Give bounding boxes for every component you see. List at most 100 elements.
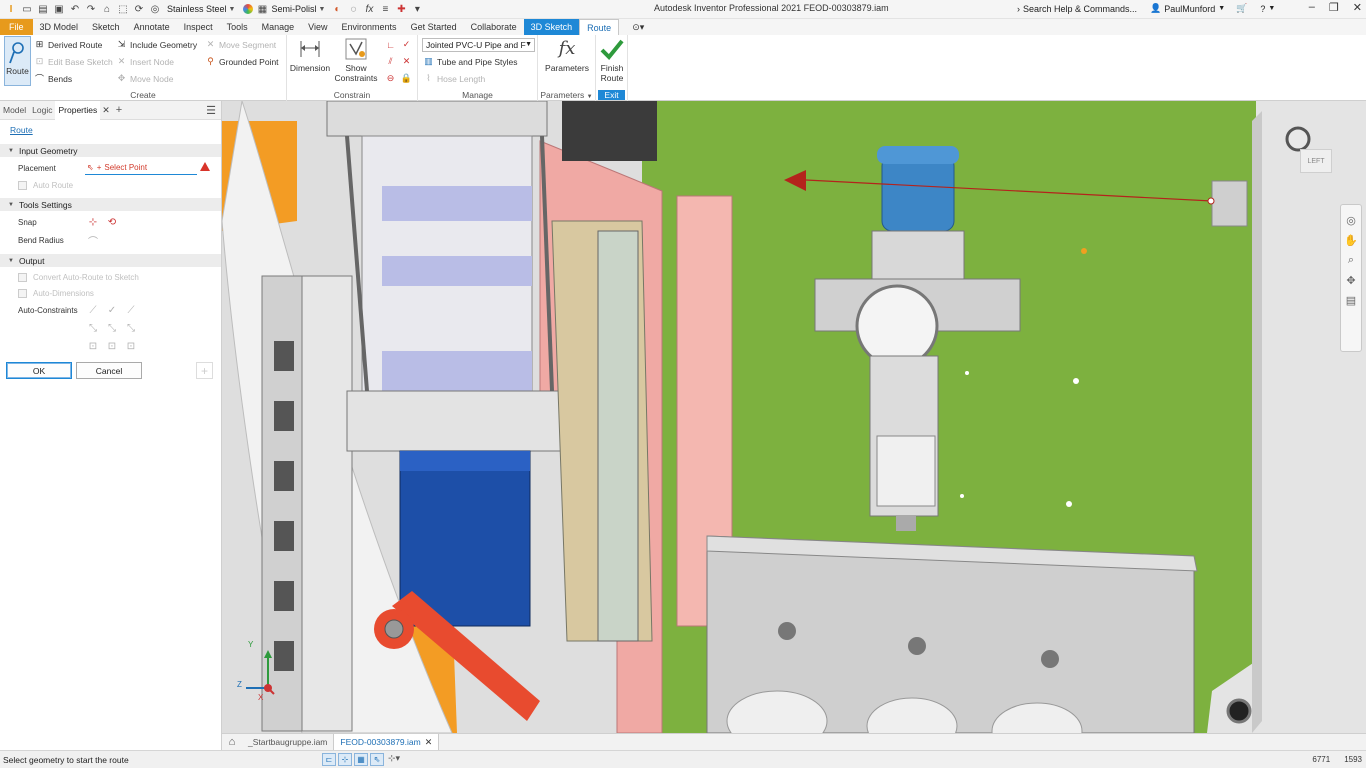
tab-tools[interactable]: Tools [220,19,255,35]
breadcrumb[interactable]: Route [10,125,33,135]
constraint-icon[interactable]: ⊡ [106,340,118,352]
minimize-icon[interactable]: – [1309,1,1315,14]
tab-get-started[interactable]: Get Started [404,19,464,35]
steering-wheel-icon[interactable]: ◎ [1344,213,1358,227]
tab-inspect[interactable]: Inspect [177,19,220,35]
active-style-dropdown[interactable]: Jointed PVC-U Pipe and F ▼ [422,38,535,52]
select-mode-icon[interactable]: ⊏ [322,753,336,766]
perpendicular-constraint-button[interactable]: ∟ [385,39,396,50]
ribbon-options-icon[interactable]: ⊙▾ [625,19,651,35]
zoom-icon[interactable]: ⌕ [1344,253,1358,267]
parallel-constraint-button[interactable]: ⫽ [385,56,396,67]
tab-properties[interactable]: Properties [55,100,101,120]
orbit-icon[interactable]: ✥ [1344,273,1358,287]
constraint-icon[interactable]: ⤡ [87,322,99,334]
tab-3d-model[interactable]: 3D Model [33,19,86,35]
grid-snap-icon[interactable]: ▦ [354,753,368,766]
ok-button[interactable]: OK [6,362,72,379]
show-constraints-button[interactable]: Show Constraints [333,37,379,83]
parameters-button[interactable]: fx Parameters [542,37,592,74]
menu-icon[interactable]: ☰ [206,104,216,117]
home-icon[interactable]: ⌂ [222,734,242,751]
add-tab-icon[interactable]: + [116,104,122,116]
close-icon[interactable]: ✕ [1353,1,1362,14]
tab-environments[interactable]: Environments [335,19,404,35]
grounded-point-button[interactable]: ⚲ Grounded Point [205,56,278,67]
restore-icon[interactable]: ❐ [1329,1,1339,14]
tab-sketch[interactable]: Sketch [85,19,127,35]
plus-icon[interactable]: ✚ [394,2,408,16]
tangent-constraint-button[interactable]: ⊖ [385,73,396,84]
tab-collaborate[interactable]: Collaborate [464,19,524,35]
include-geometry-button[interactable]: ⇲ Include Geometry [116,39,197,50]
tab-view[interactable]: View [301,19,334,35]
home-icon[interactable]: ⌂ [100,2,114,16]
parameters-panel-label[interactable]: Parameters ▼ [538,90,595,100]
tab-manage[interactable]: Manage [255,19,302,35]
doc-tab-startbaugruppe[interactable]: _Startbaugruppe.iam [242,734,333,751]
tab-annotate[interactable]: Annotate [127,19,177,35]
auto-dimensions-checkbox[interactable] [18,289,27,298]
constraint-icon[interactable]: ⤡ [106,322,118,334]
constraint-icon[interactable]: ⤡ [125,322,137,334]
coincident-constraint-button[interactable]: ✓ [401,39,412,50]
customize-icon[interactable]: ▾ [410,2,424,16]
select-icon[interactable]: ⬚ [116,2,130,16]
tab-route[interactable]: Route [579,19,620,35]
update-icon[interactable]: ⟳ [132,2,146,16]
viewcube[interactable]: LEFT [1294,139,1338,181]
undo-icon[interactable]: ↶ [68,2,82,16]
selection-options-icon[interactable]: ⊹▾ [386,753,400,766]
material-dropdown[interactable]: Stainless Steel ▼ [164,2,238,17]
bend-radius-icon[interactable]: ⌒ [87,234,99,248]
derived-route-button[interactable]: ⊞ Derived Route [34,39,103,50]
material-icon[interactable]: ◎ [148,2,162,16]
user-menu[interactable]: 👤 PaulMunford ▼ 🛒 ? ▼ [1150,1,1275,16]
graphics-viewport[interactable]: Y Z X LEFT ◎ ✋ ⌕ ✥ ▤ [222,101,1366,733]
cart-icon[interactable]: 🛒 [1236,3,1247,14]
constraint-icon[interactable]: ⟋ [87,304,99,316]
placement-select-field[interactable]: ⇖ + Select Point [85,161,197,175]
redo-icon[interactable]: ↷ [84,2,98,16]
measure-icon[interactable]: ≡ [378,2,392,16]
hose-length-button[interactable]: ⌇ Hose Length [423,73,485,84]
move-segment-button[interactable]: ✕ Move Segment [205,39,276,50]
close-icon[interactable]: ✕ [425,737,433,748]
constraint-icon[interactable]: ⊡ [87,340,99,352]
collinear-constraint-button[interactable]: ✕ [401,56,412,67]
output-section[interactable]: ▼ Output [0,254,221,267]
appearance-dropdown[interactable]: ▦ Semi-Polisl ▼ [240,2,328,17]
open-icon[interactable]: ▤ [36,2,50,16]
constraint-icon[interactable]: ⟋ [125,304,137,316]
help-icon[interactable]: ? [1260,4,1265,14]
pan-icon[interactable]: ✋ [1344,233,1358,247]
tab-3d-sketch[interactable]: 3D Sketch [523,19,580,35]
selection-filter-icon[interactable]: ⇖ [370,753,384,766]
tab-model[interactable]: Model [0,105,29,115]
search-input[interactable]: › Search Help & Commands... [1017,1,1143,16]
new-icon[interactable]: ▭ [20,2,34,16]
auto-route-checkbox[interactable] [18,181,27,190]
move-node-button[interactable]: ✥ Move Node [116,73,174,84]
expand-icon[interactable]: + [196,362,213,379]
look-at-icon[interactable]: ▤ [1344,293,1358,307]
constraint-icon[interactable]: ✓ [106,304,118,316]
tools-settings-section[interactable]: ▼ Tools Settings [0,198,221,211]
snap-point-icon[interactable]: ⊹ [87,216,99,228]
fx-icon[interactable]: fx [362,2,376,16]
tab-logic[interactable]: Logic [29,105,55,115]
doc-tab-feod[interactable]: FEOD-00303879.iam ✕ [333,733,440,751]
tube-and-pipe-styles-button[interactable]: ▥ Tube and Pipe Styles [423,56,517,67]
convert-auto-route-checkbox[interactable] [18,273,27,282]
inventor-logo-icon[interactable]: I [4,2,18,16]
route-button[interactable]: Route [4,36,31,86]
clear-icon[interactable]: ◌ [346,2,360,16]
viewcube-face[interactable]: LEFT [1300,149,1332,173]
cancel-button[interactable]: Cancel [76,362,142,379]
adjust-icon[interactable]: ◐ [330,2,344,16]
tab-file[interactable]: File [0,19,33,35]
constraint-icon[interactable]: ⊡ [125,340,137,352]
dimension-button[interactable]: Dimension [289,37,331,73]
finish-route-button[interactable]: Finish Route [596,37,628,83]
bends-button[interactable]: ⌒ Bends [34,73,72,85]
